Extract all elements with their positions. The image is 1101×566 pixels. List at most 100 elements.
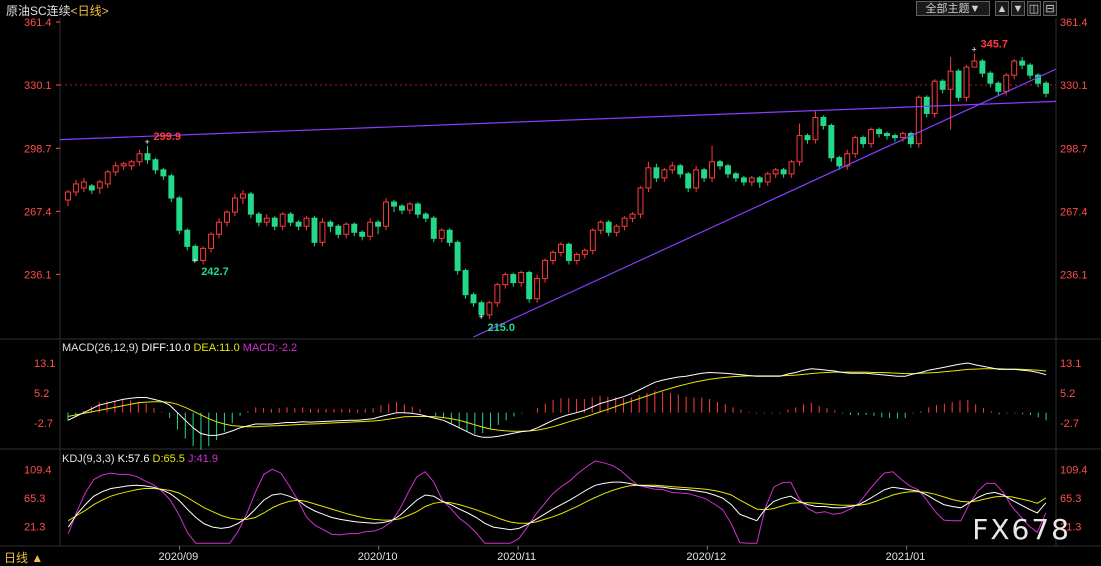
candle [629,212,636,223]
candle-body [923,96,930,114]
candle [844,149,851,170]
candle [422,212,429,223]
candle-body [486,302,493,316]
candle [510,272,517,287]
candle [287,212,294,227]
diff-line [67,362,1047,438]
price-annotation: 215.0 [487,322,515,334]
candle-body [518,272,525,284]
candle [88,183,95,195]
candle-body [677,165,684,175]
indicator-legend: KDJ(9,3,3) K:57.6 D:65.5 J:41.9 [62,453,218,465]
candle [231,194,238,217]
x-tick-label: 2020/10 [358,551,398,563]
candle [717,159,723,170]
candle [756,175,763,188]
candle-body [1019,60,1026,66]
y-tick-left: 298.7 [24,143,52,155]
candle [454,240,461,275]
x-tick-label: 2021/01 [886,551,926,563]
candle-body [367,221,374,237]
candle [995,81,1002,96]
candle [255,212,262,227]
candle [271,216,278,231]
candle-body [876,129,883,135]
candle-body [693,169,700,189]
candle [748,175,755,186]
candle-body [279,213,286,227]
x-tick-label: 2020/12 [686,551,726,563]
candle-body [884,133,890,137]
candle [876,127,883,138]
candle-body [168,175,175,199]
candle [542,258,549,283]
candle-body [430,217,437,239]
y-tick-right: 361.4 [1060,17,1088,29]
kdj-tick-left: 65.3 [24,493,45,505]
candle [104,169,111,188]
candle-body [160,169,167,177]
candle-body [383,201,390,227]
kdj-k-line [67,481,1047,531]
candle-body [200,247,207,261]
candle-body [597,221,604,231]
candle [1043,81,1049,98]
candle-body [96,181,103,189]
candle [502,272,509,289]
y-tick-right: 236.1 [1060,269,1088,281]
candle [796,123,803,166]
kdj-panel: 109.4 109.465.3 65.321.3 21.3 [24,460,1088,544]
candle-body [788,161,795,175]
candle-body [740,177,747,183]
macd-tick-left: 13.1 [34,358,55,370]
candle [176,196,183,235]
candle [534,274,541,303]
candle-body [422,213,429,219]
candle-body [748,177,755,183]
candle-body [836,157,843,167]
candle [550,250,556,265]
candle [375,220,382,235]
candle [208,232,215,253]
candle-body [852,137,859,155]
annotation-marker: + [192,256,197,266]
candle [907,131,914,148]
candle [852,135,859,158]
price-annotation: 345.7 [980,39,1008,51]
candle [979,59,986,78]
candle [605,220,612,237]
candle-body [263,217,270,223]
candle [152,157,159,174]
candle [120,161,127,170]
candle-body [573,253,580,261]
candle-body [605,221,612,233]
candle-body [772,169,779,175]
candle [669,161,676,174]
candle [486,300,493,319]
candle [430,216,437,243]
candle [780,167,787,178]
candle [812,111,819,144]
candle-body [184,229,191,247]
candle [732,171,739,182]
candle-body [701,169,708,179]
candle-body [669,165,676,171]
candle-body [65,191,71,201]
candle-body [311,217,318,243]
candle-body [565,243,572,261]
candle-body [446,229,453,243]
dea-line [67,368,1047,432]
candle [955,69,962,102]
candle [558,242,564,257]
candle [168,173,175,203]
y-tick-left: 330.1 [24,80,52,92]
dea-value: DEA:11.0 [193,342,242,354]
chart-canvas[interactable]: 361.4 361.4 330.1 330.1 298.7 298.7 267.4 267.4… [0,0,1101,566]
candle-body [406,203,413,211]
candle [637,185,644,219]
candle [65,189,71,207]
candle [709,145,716,182]
candle [828,123,835,162]
bottom-period-tab[interactable]: 日线 ▲ [4,549,43,566]
candle-body [454,241,461,272]
